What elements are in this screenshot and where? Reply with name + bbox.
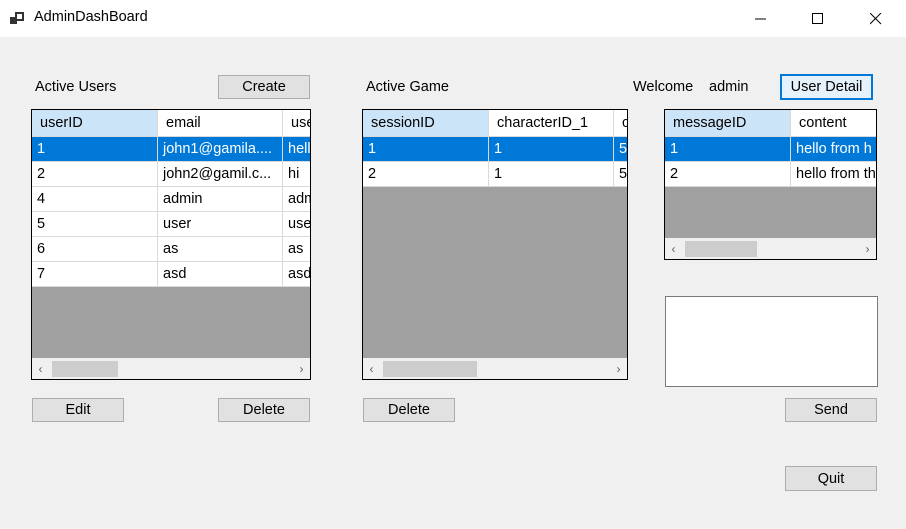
column-header-messageid[interactable]: messageID [665, 110, 791, 137]
cell-user[interactable]: adm [283, 187, 310, 212]
cell-userid[interactable]: 6 [32, 237, 158, 262]
cell-email[interactable]: as [158, 237, 283, 262]
cell-userid[interactable]: 5 [32, 212, 158, 237]
delete-user-button[interactable]: Delete [218, 398, 310, 422]
table-row[interactable]: 2 hello from th [665, 162, 876, 187]
chevron-right-icon[interactable]: › [610, 358, 627, 379]
table-row[interactable]: 1 1 5 [363, 137, 627, 162]
cell-sessionid[interactable]: 1 [363, 137, 489, 162]
cell-user[interactable]: as [283, 237, 310, 262]
chevron-left-icon[interactable]: ‹ [665, 238, 682, 259]
cell-characterid[interactable]: 1 [489, 137, 614, 162]
cell-sessionid[interactable]: 2 [363, 162, 489, 187]
cell-messageid[interactable]: 2 [665, 162, 791, 187]
table-row[interactable]: 2 john2@gamil.c... hi [32, 162, 310, 187]
maximize-button[interactable] [795, 0, 841, 37]
close-button[interactable] [853, 0, 899, 37]
column-header-content[interactable]: content [791, 110, 876, 137]
chevron-left-icon[interactable]: ‹ [32, 358, 49, 379]
table-row[interactable]: 1 hello from h [665, 137, 876, 162]
users-horizontal-scrollbar[interactable]: ‹ › [32, 358, 310, 379]
chevron-left-icon[interactable]: ‹ [363, 358, 380, 379]
cell-email[interactable]: john2@gamil.c... [158, 162, 283, 187]
minimize-button[interactable] [738, 0, 784, 37]
table-row[interactable]: 2 1 5 [363, 162, 627, 187]
cell-userid[interactable]: 1 [32, 137, 158, 162]
scrollbar-thumb[interactable] [685, 241, 757, 257]
minimize-icon [755, 18, 766, 19]
column-header-c[interactable]: c [614, 110, 627, 137]
window-title: AdminDashBoard [34, 9, 148, 25]
cell-email[interactable]: admin [158, 187, 283, 212]
cell-user[interactable]: asd [283, 262, 310, 287]
column-header-user[interactable]: use [283, 110, 310, 137]
game-horizontal-scrollbar[interactable]: ‹ › [363, 358, 627, 379]
cell-content[interactable]: hello from h [791, 137, 876, 162]
table-row[interactable]: 1 john1@gamila.... hell [32, 137, 310, 162]
cell-email[interactable]: user [158, 212, 283, 237]
close-icon [870, 12, 882, 24]
app-icon [10, 12, 24, 24]
cell-email[interactable]: asd [158, 262, 283, 287]
cell-user[interactable]: hi [283, 162, 310, 187]
scrollbar-thumb[interactable] [52, 361, 118, 377]
welcome-label: Welcome [633, 79, 694, 95]
cell-c[interactable]: 5 [614, 162, 627, 187]
game-grid[interactable]: sessionID characterID_1 c 1 1 5 2 1 5 ‹ … [362, 109, 628, 380]
table-row[interactable]: 5 user use [32, 212, 310, 237]
column-header-userid[interactable]: userID [32, 110, 158, 137]
column-header-sessionid[interactable]: sessionID [363, 110, 489, 137]
cell-content[interactable]: hello from th [791, 162, 876, 187]
cell-userid[interactable]: 4 [32, 187, 158, 212]
cell-characterid[interactable]: 1 [489, 162, 614, 187]
game-header-row: sessionID characterID_1 c [363, 110, 627, 137]
table-row[interactable]: 6 as as [32, 237, 310, 262]
delete-game-button[interactable]: Delete [363, 398, 455, 422]
cell-userid[interactable]: 2 [32, 162, 158, 187]
edit-button[interactable]: Edit [32, 398, 124, 422]
user-detail-button[interactable]: User Detail [780, 74, 873, 100]
messages-header-row: messageID content [665, 110, 876, 137]
cell-user[interactable]: use [283, 212, 310, 237]
column-header-characterid[interactable]: characterID_1 [489, 110, 614, 137]
cell-c[interactable]: 5 [614, 137, 627, 162]
send-button[interactable]: Send [785, 398, 877, 422]
create-button[interactable]: Create [218, 75, 310, 99]
maximize-icon [812, 12, 823, 24]
table-row[interactable]: 7 asd asd [32, 262, 310, 287]
chevron-right-icon[interactable]: › [293, 358, 310, 379]
messages-horizontal-scrollbar[interactable]: ‹ › [665, 238, 876, 259]
active-game-label: Active Game [366, 79, 449, 95]
message-input[interactable] [665, 296, 878, 387]
active-users-label: Active Users [35, 79, 117, 95]
cell-email[interactable]: john1@gamila.... [158, 137, 283, 162]
table-row[interactable]: 4 admin adm [32, 187, 310, 212]
users-header-row: userID email use [32, 110, 310, 137]
users-grid[interactable]: userID email use 1 john1@gamila.... hell… [31, 109, 311, 380]
chevron-right-icon[interactable]: › [859, 238, 876, 259]
cell-messageid[interactable]: 1 [665, 137, 791, 162]
cell-userid[interactable]: 7 [32, 262, 158, 287]
username-label: admin [709, 79, 749, 95]
quit-button[interactable]: Quit [785, 466, 877, 491]
column-header-email[interactable]: email [158, 110, 283, 137]
scrollbar-thumb[interactable] [383, 361, 477, 377]
cell-user[interactable]: hell [283, 137, 310, 162]
title-bar: AdminDashBoard [0, 0, 906, 37]
messages-grid[interactable]: messageID content 1 hello from h 2 hello… [664, 109, 877, 260]
